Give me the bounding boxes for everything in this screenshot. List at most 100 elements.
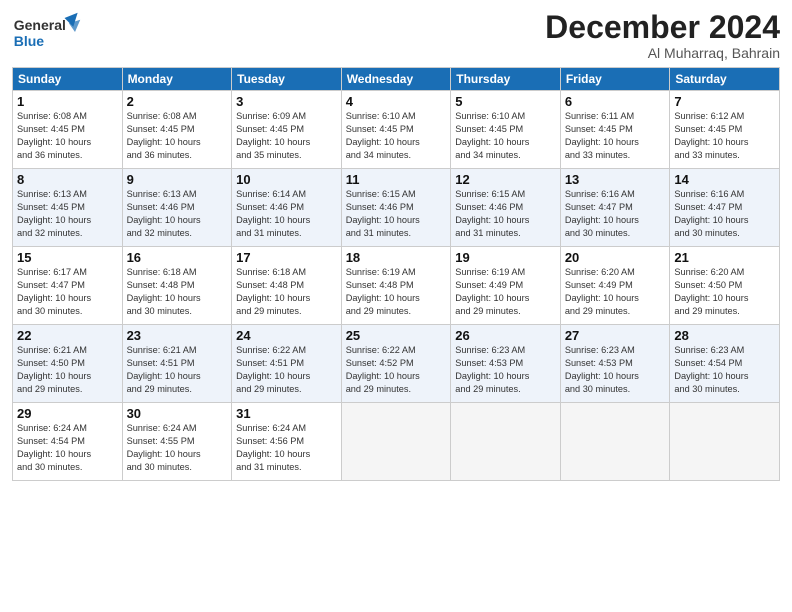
calendar-cell: 16Sunrise: 6:18 AM Sunset: 4:48 PM Dayli… xyxy=(122,247,232,325)
day-info: Sunrise: 6:15 AM Sunset: 4:46 PM Dayligh… xyxy=(455,188,556,240)
calendar-cell: 13Sunrise: 6:16 AM Sunset: 4:47 PM Dayli… xyxy=(560,169,670,247)
calendar-cell: 28Sunrise: 6:23 AM Sunset: 4:54 PM Dayli… xyxy=(670,325,780,403)
day-info: Sunrise: 6:18 AM Sunset: 4:48 PM Dayligh… xyxy=(127,266,228,318)
day-info: Sunrise: 6:11 AM Sunset: 4:45 PM Dayligh… xyxy=(565,110,666,162)
day-number: 6 xyxy=(565,94,666,109)
day-info: Sunrise: 6:17 AM Sunset: 4:47 PM Dayligh… xyxy=(17,266,118,318)
header: General Blue December 2024 Al Muharraq, … xyxy=(12,10,780,61)
calendar-cell: 1Sunrise: 6:08 AM Sunset: 4:45 PM Daylig… xyxy=(13,91,123,169)
day-number: 16 xyxy=(127,250,228,265)
day-number: 27 xyxy=(565,328,666,343)
day-number: 14 xyxy=(674,172,775,187)
day-info: Sunrise: 6:10 AM Sunset: 4:45 PM Dayligh… xyxy=(346,110,447,162)
day-number: 23 xyxy=(127,328,228,343)
calendar-cell: 31Sunrise: 6:24 AM Sunset: 4:56 PM Dayli… xyxy=(232,403,342,481)
week-row-4: 22Sunrise: 6:21 AM Sunset: 4:50 PM Dayli… xyxy=(13,325,780,403)
day-number: 7 xyxy=(674,94,775,109)
week-row-2: 8Sunrise: 6:13 AM Sunset: 4:45 PM Daylig… xyxy=(13,169,780,247)
day-number: 28 xyxy=(674,328,775,343)
day-number: 30 xyxy=(127,406,228,421)
calendar-cell: 22Sunrise: 6:21 AM Sunset: 4:50 PM Dayli… xyxy=(13,325,123,403)
week-row-1: 1Sunrise: 6:08 AM Sunset: 4:45 PM Daylig… xyxy=(13,91,780,169)
calendar-cell: 26Sunrise: 6:23 AM Sunset: 4:53 PM Dayli… xyxy=(451,325,561,403)
day-number: 12 xyxy=(455,172,556,187)
day-info: Sunrise: 6:19 AM Sunset: 4:49 PM Dayligh… xyxy=(455,266,556,318)
day-number: 11 xyxy=(346,172,447,187)
calendar-cell: 17Sunrise: 6:18 AM Sunset: 4:48 PM Dayli… xyxy=(232,247,342,325)
calendar-cell: 2Sunrise: 6:08 AM Sunset: 4:45 PM Daylig… xyxy=(122,91,232,169)
col-header-wednesday: Wednesday xyxy=(341,68,451,91)
calendar-cell: 24Sunrise: 6:22 AM Sunset: 4:51 PM Dayli… xyxy=(232,325,342,403)
calendar-cell: 20Sunrise: 6:20 AM Sunset: 4:49 PM Dayli… xyxy=(560,247,670,325)
day-info: Sunrise: 6:24 AM Sunset: 4:55 PM Dayligh… xyxy=(127,422,228,474)
calendar-cell: 9Sunrise: 6:13 AM Sunset: 4:46 PM Daylig… xyxy=(122,169,232,247)
calendar-cell: 15Sunrise: 6:17 AM Sunset: 4:47 PM Dayli… xyxy=(13,247,123,325)
month-title: December 2024 xyxy=(545,10,780,45)
day-number: 24 xyxy=(236,328,337,343)
title-block: December 2024 Al Muharraq, Bahrain xyxy=(545,10,780,61)
day-number: 8 xyxy=(17,172,118,187)
week-row-3: 15Sunrise: 6:17 AM Sunset: 4:47 PM Dayli… xyxy=(13,247,780,325)
day-number: 2 xyxy=(127,94,228,109)
day-number: 18 xyxy=(346,250,447,265)
day-info: Sunrise: 6:23 AM Sunset: 4:54 PM Dayligh… xyxy=(674,344,775,396)
calendar-header-row: SundayMondayTuesdayWednesdayThursdayFrid… xyxy=(13,68,780,91)
col-header-friday: Friday xyxy=(560,68,670,91)
calendar-body: 1Sunrise: 6:08 AM Sunset: 4:45 PM Daylig… xyxy=(13,91,780,481)
day-info: Sunrise: 6:14 AM Sunset: 4:46 PM Dayligh… xyxy=(236,188,337,240)
day-info: Sunrise: 6:15 AM Sunset: 4:46 PM Dayligh… xyxy=(346,188,447,240)
calendar-cell: 18Sunrise: 6:19 AM Sunset: 4:48 PM Dayli… xyxy=(341,247,451,325)
logo: General Blue xyxy=(12,10,82,60)
col-header-monday: Monday xyxy=(122,68,232,91)
calendar-cell: 25Sunrise: 6:22 AM Sunset: 4:52 PM Dayli… xyxy=(341,325,451,403)
day-number: 26 xyxy=(455,328,556,343)
col-header-saturday: Saturday xyxy=(670,68,780,91)
calendar-cell: 23Sunrise: 6:21 AM Sunset: 4:51 PM Dayli… xyxy=(122,325,232,403)
day-info: Sunrise: 6:20 AM Sunset: 4:50 PM Dayligh… xyxy=(674,266,775,318)
day-info: Sunrise: 6:24 AM Sunset: 4:54 PM Dayligh… xyxy=(17,422,118,474)
day-info: Sunrise: 6:21 AM Sunset: 4:51 PM Dayligh… xyxy=(127,344,228,396)
day-number: 29 xyxy=(17,406,118,421)
day-info: Sunrise: 6:13 AM Sunset: 4:46 PM Dayligh… xyxy=(127,188,228,240)
calendar-cell: 30Sunrise: 6:24 AM Sunset: 4:55 PM Dayli… xyxy=(122,403,232,481)
calendar-cell: 6Sunrise: 6:11 AM Sunset: 4:45 PM Daylig… xyxy=(560,91,670,169)
day-number: 31 xyxy=(236,406,337,421)
day-info: Sunrise: 6:16 AM Sunset: 4:47 PM Dayligh… xyxy=(674,188,775,240)
day-number: 1 xyxy=(17,94,118,109)
day-info: Sunrise: 6:19 AM Sunset: 4:48 PM Dayligh… xyxy=(346,266,447,318)
day-info: Sunrise: 6:24 AM Sunset: 4:56 PM Dayligh… xyxy=(236,422,337,474)
day-info: Sunrise: 6:08 AM Sunset: 4:45 PM Dayligh… xyxy=(17,110,118,162)
day-number: 20 xyxy=(565,250,666,265)
svg-text:Blue: Blue xyxy=(14,33,45,49)
calendar-cell: 29Sunrise: 6:24 AM Sunset: 4:54 PM Dayli… xyxy=(13,403,123,481)
page-container: General Blue December 2024 Al Muharraq, … xyxy=(0,0,792,612)
day-info: Sunrise: 6:23 AM Sunset: 4:53 PM Dayligh… xyxy=(565,344,666,396)
calendar-cell: 27Sunrise: 6:23 AM Sunset: 4:53 PM Dayli… xyxy=(560,325,670,403)
calendar-cell xyxy=(341,403,451,481)
day-info: Sunrise: 6:16 AM Sunset: 4:47 PM Dayligh… xyxy=(565,188,666,240)
calendar-cell: 7Sunrise: 6:12 AM Sunset: 4:45 PM Daylig… xyxy=(670,91,780,169)
day-number: 4 xyxy=(346,94,447,109)
day-number: 15 xyxy=(17,250,118,265)
day-number: 5 xyxy=(455,94,556,109)
calendar-cell: 11Sunrise: 6:15 AM Sunset: 4:46 PM Dayli… xyxy=(341,169,451,247)
day-number: 17 xyxy=(236,250,337,265)
calendar-cell: 19Sunrise: 6:19 AM Sunset: 4:49 PM Dayli… xyxy=(451,247,561,325)
calendar-cell: 10Sunrise: 6:14 AM Sunset: 4:46 PM Dayli… xyxy=(232,169,342,247)
calendar-cell: 3Sunrise: 6:09 AM Sunset: 4:45 PM Daylig… xyxy=(232,91,342,169)
col-header-tuesday: Tuesday xyxy=(232,68,342,91)
calendar-cell xyxy=(560,403,670,481)
day-info: Sunrise: 6:12 AM Sunset: 4:45 PM Dayligh… xyxy=(674,110,775,162)
day-number: 13 xyxy=(565,172,666,187)
day-number: 25 xyxy=(346,328,447,343)
calendar-cell: 8Sunrise: 6:13 AM Sunset: 4:45 PM Daylig… xyxy=(13,169,123,247)
col-header-thursday: Thursday xyxy=(451,68,561,91)
day-number: 9 xyxy=(127,172,228,187)
svg-text:General: General xyxy=(14,17,66,33)
day-number: 3 xyxy=(236,94,337,109)
day-info: Sunrise: 6:18 AM Sunset: 4:48 PM Dayligh… xyxy=(236,266,337,318)
calendar-cell: 14Sunrise: 6:16 AM Sunset: 4:47 PM Dayli… xyxy=(670,169,780,247)
day-info: Sunrise: 6:22 AM Sunset: 4:52 PM Dayligh… xyxy=(346,344,447,396)
calendar-cell: 12Sunrise: 6:15 AM Sunset: 4:46 PM Dayli… xyxy=(451,169,561,247)
calendar-cell xyxy=(670,403,780,481)
